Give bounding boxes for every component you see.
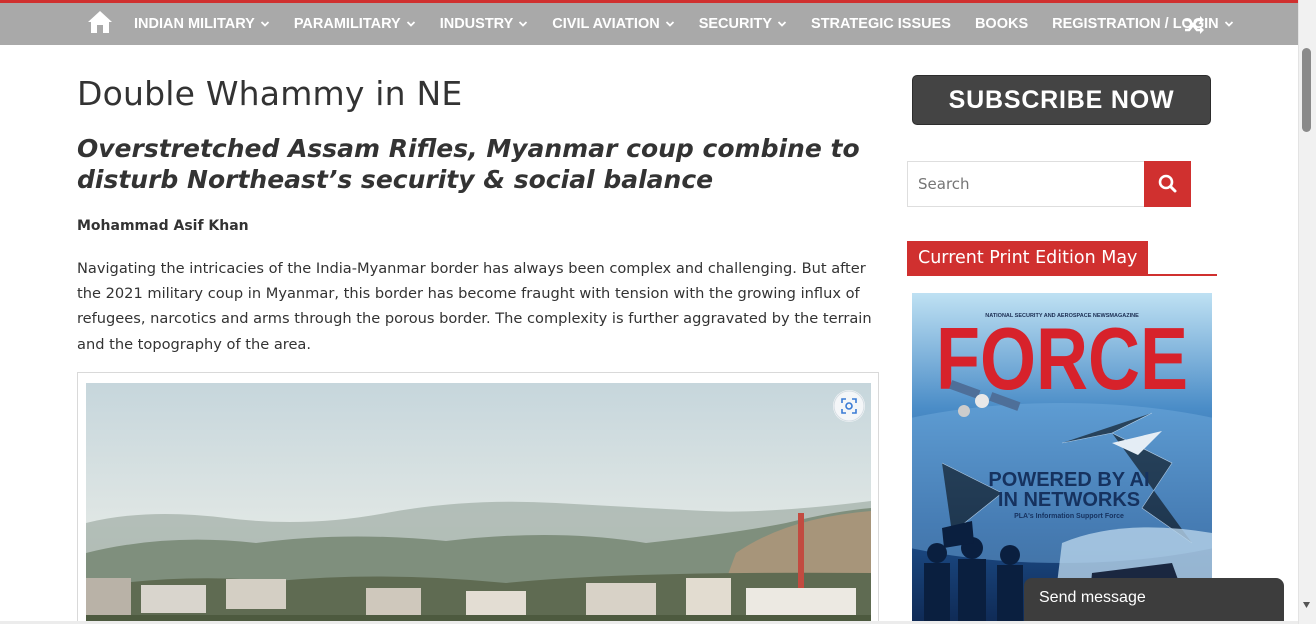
nav-item-strategic-issues[interactable]: Strategic Issues [811,16,951,32]
scroll-down-arrow-icon[interactable] [1302,601,1311,609]
nav-item-civil-aviation[interactable]: Civil Aviation [552,16,674,32]
article-subtitle: Overstretched Assam Rifles, Myanmar coup… [77,134,860,194]
search-icon [1158,174,1177,193]
scrollbar-thumb[interactable] [1302,48,1311,132]
home-icon[interactable] [87,9,113,35]
nav-item-registration-login[interactable]: Registration / Login [1052,16,1233,32]
cover-headline-line2: IN NETWORKS [998,489,1140,511]
article-author: Mohammad Asif Khan [77,218,249,234]
widget-title-underline [907,274,1217,276]
send-message-chat-button[interactable]: Send message [1024,578,1284,624]
article-photo[interactable] [86,383,871,624]
nav-item-books[interactable]: Books [975,16,1028,32]
top-navigation: Indian Military Paramilitary Industry Civil… [0,0,1298,45]
nav-item-paramilitary[interactable]: Paramilitary [294,16,416,32]
chevron-down-icon [260,21,269,27]
search-button[interactable] [1144,161,1191,207]
nav-item-label: Industry [439,16,514,32]
nav-item-label: Security [698,16,773,32]
chevron-down-icon [665,21,674,27]
nav-item-label: Books [974,16,1029,32]
article-title: Double Whammy in NE [77,74,463,113]
cover-headline-line1: POWERED BY AI [988,469,1149,491]
nav-item-label: Strategic Issues [811,16,951,32]
nav-item-security[interactable]: Security [699,16,787,32]
print-edition-widget-title: Current Print Edition May [907,241,1149,275]
chevron-down-icon [519,21,528,27]
article-intro: Navigating the intricacies of the India-… [77,260,872,353]
chevron-down-icon [406,21,415,27]
nav-item-indian-military[interactable]: Indian Military [134,16,270,32]
nav-item-label: Paramilitary [293,16,401,32]
nav-item-label: Indian Military [134,16,255,32]
shuffle-icon[interactable] [1183,14,1205,36]
nav-menu: Indian Military Paramilitary Industry Civil… [134,3,1258,45]
zoom-scan-icon[interactable] [833,390,865,422]
chevron-down-icon [777,21,787,27]
nav-item-industry[interactable]: Industry [440,16,529,32]
cover-tagline: PLA's Information Support Force [1014,513,1124,520]
chevron-down-icon [1224,21,1233,27]
article-figure [77,372,879,624]
nav-item-label: Civil Aviation [552,16,660,32]
magazine-cover[interactable]: NATIONAL SECURITY AND AEROSPACE NEWSMAGA… [912,293,1212,624]
subscribe-button[interactable]: SUBSCRIBE NOW [912,75,1211,125]
search-input[interactable] [907,161,1145,207]
